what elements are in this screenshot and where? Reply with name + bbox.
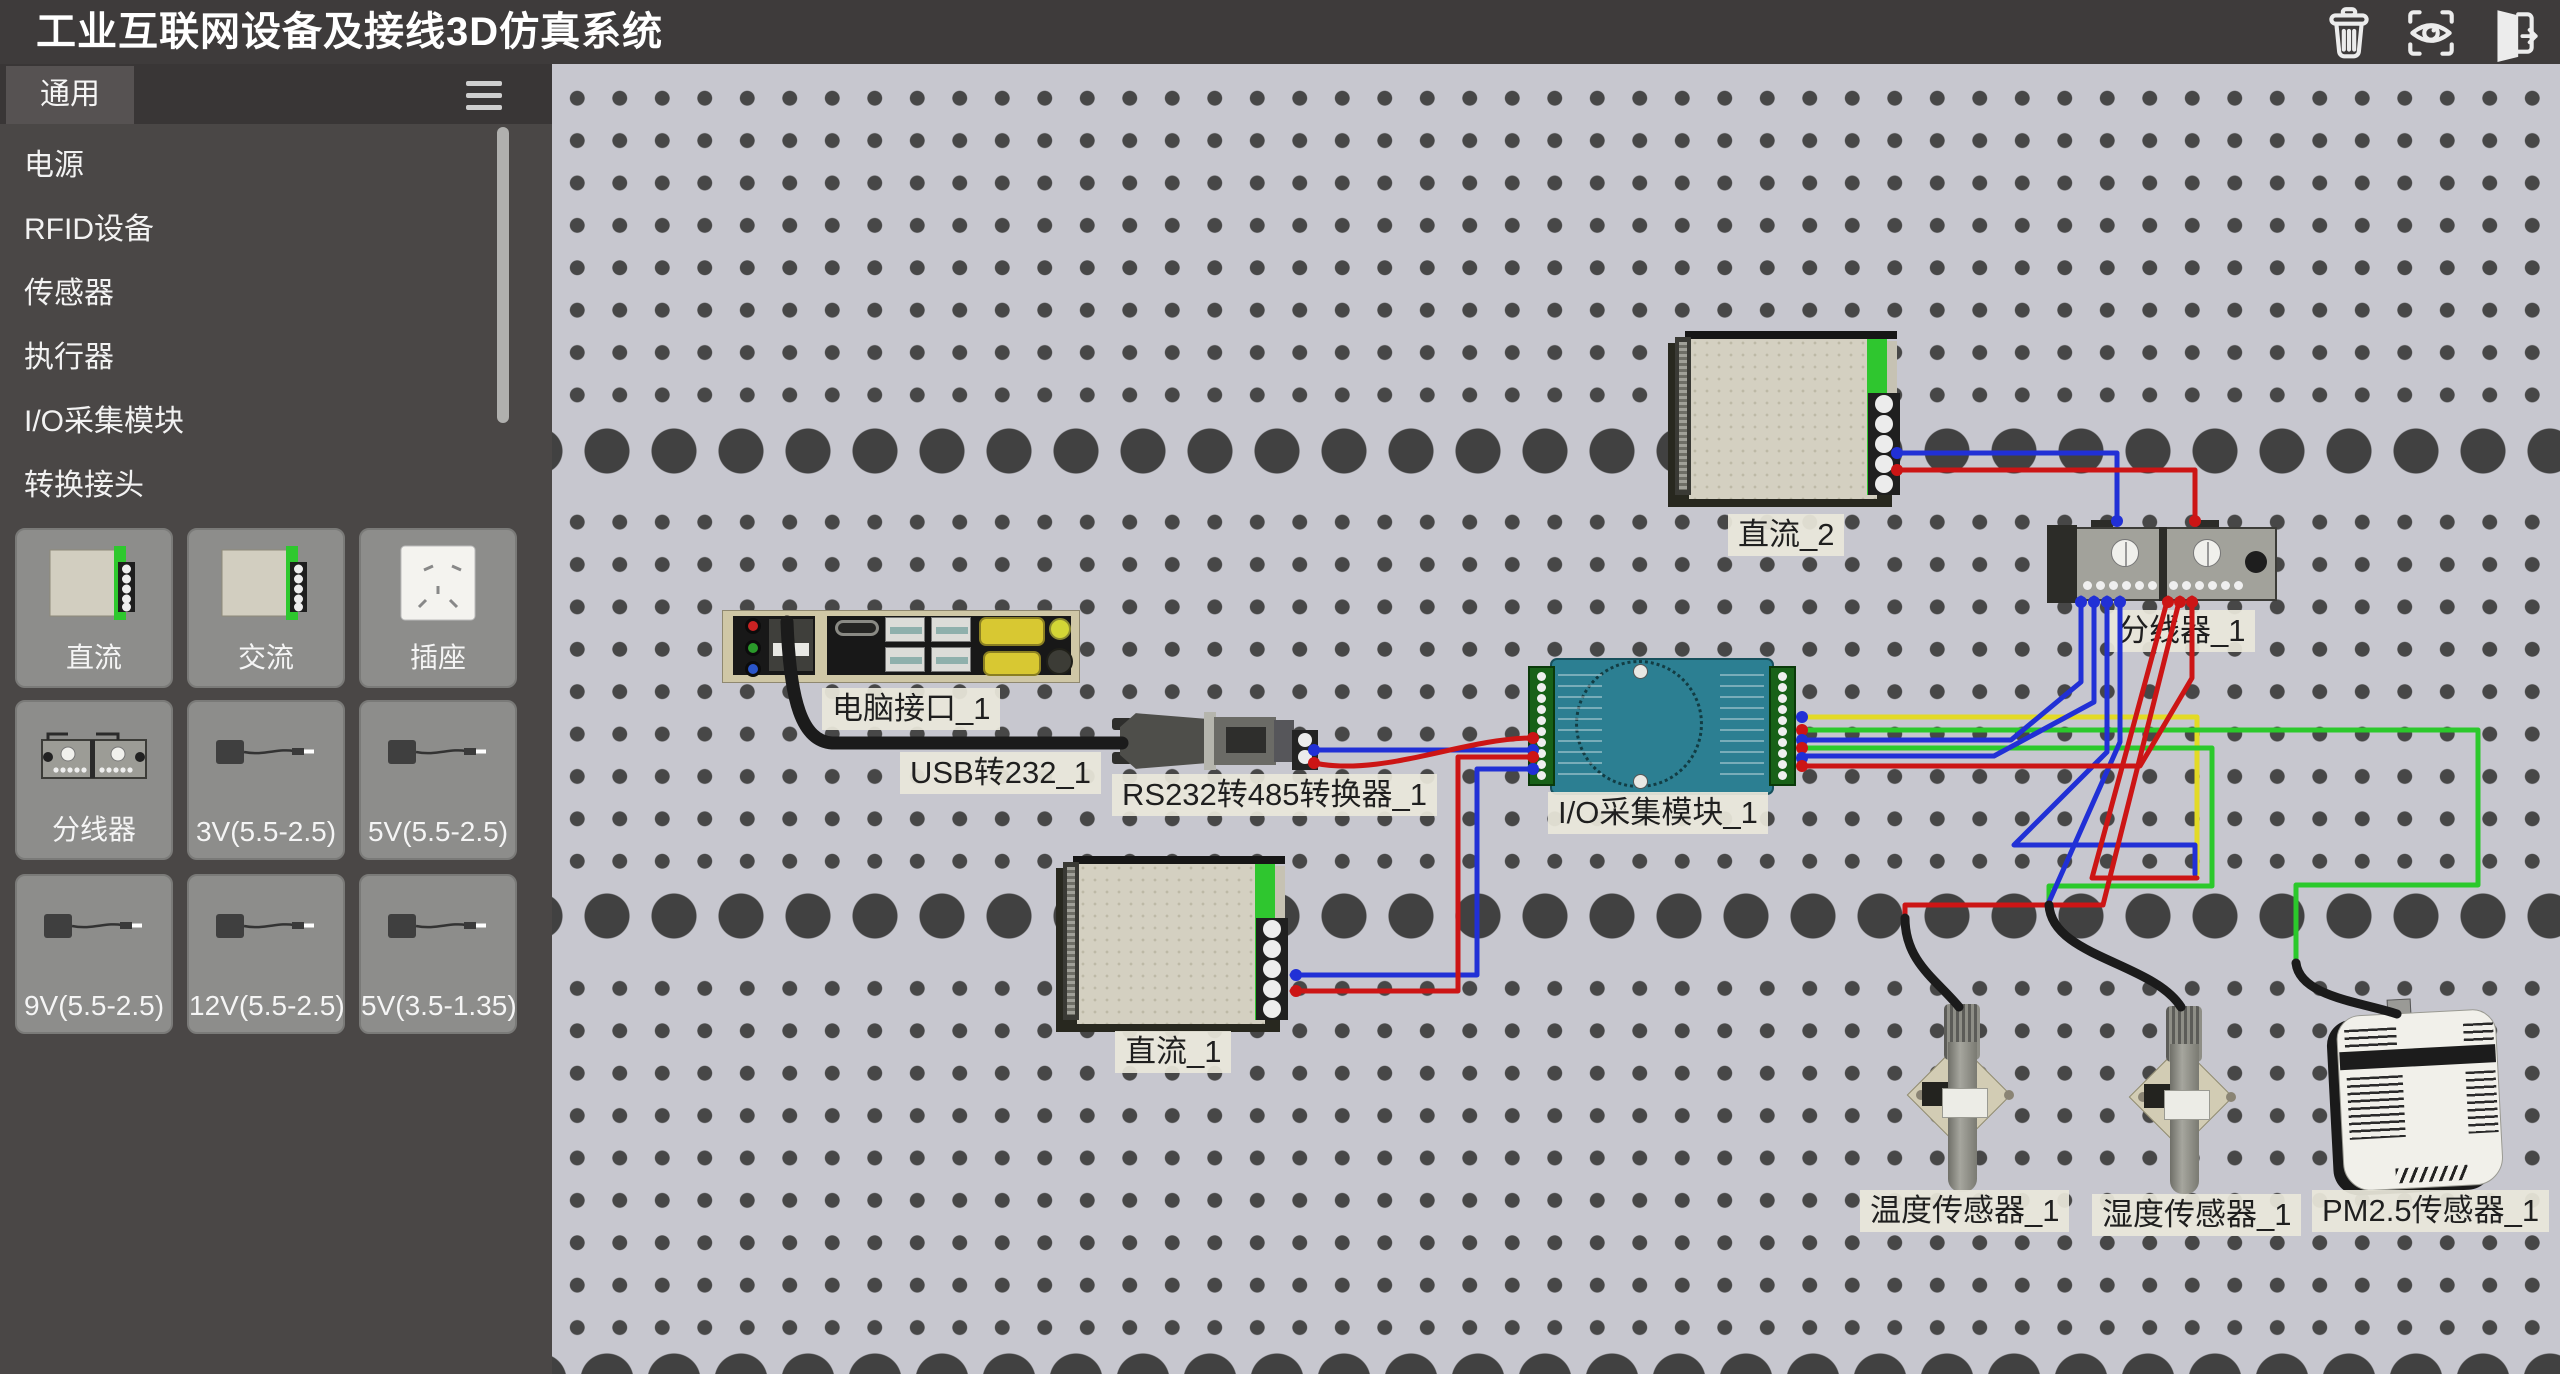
device-label-io-module: I/O采集模块_1: [1548, 792, 1768, 834]
tile-label: 9V(5.5-2.5): [17, 990, 171, 1022]
round-port-yellow: [1049, 618, 1071, 640]
device-io-module[interactable]: [1528, 658, 1796, 795]
menu-hamburger-icon[interactable]: [466, 81, 502, 111]
device-dc-power-1[interactable]: [1063, 860, 1285, 1032]
round-port-dark: [1046, 648, 1073, 675]
ac-module-thumb-icon: [216, 538, 316, 634]
device-pm25-sensor[interactable]: [2335, 1008, 2509, 1196]
vga-port: [979, 617, 1045, 646]
pegboard-canvas[interactable]: 直流_2 电脑接口_1 USB转232_1 RS232转485转换器_1 I/O…: [552, 62, 2560, 1374]
device-label-usb232: USB转232_1: [900, 752, 1101, 794]
category-io-module[interactable]: I/O采集模块: [0, 390, 552, 454]
category-adapter[interactable]: 转换接头: [0, 454, 552, 518]
tile-3v-adapter[interactable]: 3V(5.5-2.5): [187, 700, 345, 860]
toolbar: [2320, 4, 2542, 62]
device-label-temp-sensor: 温度传感器_1: [1860, 1190, 2069, 1232]
category-power[interactable]: 电源: [0, 134, 552, 198]
adapter-thumb-icon: [206, 710, 326, 806]
io-terminal-strip-right: [1769, 666, 1796, 786]
device-splitter[interactable]: [2047, 525, 2277, 609]
audio-jack-green: [745, 640, 761, 656]
device-dc-power-2[interactable]: [1675, 335, 1897, 507]
category-actuator[interactable]: 执行器: [0, 326, 552, 390]
pegboard-hole-band: [552, 1346, 2560, 1374]
category-list: 电源 RFID设备 传感器 执行器 I/O采集模块 转换接头: [0, 134, 552, 518]
category-sensor[interactable]: 传感器: [0, 262, 552, 326]
device-label-pc-port: 电脑接口_1: [822, 688, 1000, 730]
page-title: 工业互联网设备及接线3D仿真系统: [36, 0, 663, 64]
pegboard-hole-band: [552, 409, 2560, 493]
device-rs232-485-converter[interactable]: [1120, 712, 1316, 770]
dc-module-thumb-icon: [44, 538, 144, 634]
adapter-thumb-icon: [206, 884, 326, 980]
tile-label: 交流: [189, 636, 343, 676]
tile-label: 12V(5.5-2.5): [189, 990, 343, 1022]
audio-jack-blue: [745, 661, 761, 677]
category-rfid[interactable]: RFID设备: [0, 198, 552, 262]
device-label-humidity-sensor: 湿度传感器_1: [2092, 1194, 2301, 1236]
title-bar: 工业互联网设备及接线3D仿真系统: [0, 0, 2560, 64]
usb-port: [885, 617, 925, 642]
device-label-pm25-sensor: PM2.5传感器_1: [2312, 1190, 2549, 1232]
sidebar-scrollbar[interactable]: [497, 127, 509, 423]
socket-thumb-icon: [388, 538, 488, 634]
tile-splitter[interactable]: 分线器: [15, 700, 173, 860]
tile-label: 直流: [17, 636, 171, 676]
tile-12v-adapter[interactable]: 12V(5.5-2.5): [187, 874, 345, 1034]
usb-port: [885, 647, 925, 672]
tab-general[interactable]: 通用: [6, 66, 134, 124]
tile-9v-adapter[interactable]: 9V(5.5-2.5): [15, 874, 173, 1034]
app-window: 工业互联网设备及接线3D仿真系统: [0, 0, 2560, 1374]
device-pc-interface[interactable]: [722, 610, 1080, 683]
view-eye-icon[interactable]: [2402, 4, 2460, 62]
usb-port: [931, 647, 971, 672]
tile-ac[interactable]: 交流: [187, 528, 345, 688]
device-label-dc2: 直流_2: [1728, 514, 1844, 556]
ps2-port: [769, 619, 813, 671]
pegboard-hole-band: [552, 874, 2560, 958]
tile-5v-135-adapter[interactable]: 5V(3.5-1.35): [359, 874, 517, 1034]
tile-5v-adapter[interactable]: 5V(5.5-2.5): [359, 700, 517, 860]
slot-port: [835, 620, 879, 636]
device-label-rs232-485: RS232转485转换器_1: [1112, 774, 1437, 816]
adapter-thumb-icon: [34, 884, 154, 980]
exit-icon[interactable]: [2484, 4, 2542, 62]
splitter-thumb-icon: [34, 710, 154, 806]
tile-socket[interactable]: 插座: [359, 528, 517, 688]
adapter-thumb-icon: [378, 710, 498, 806]
audio-jack-red: [745, 618, 761, 634]
tile-label: 插座: [361, 636, 515, 676]
io-terminal-strip-left: [1528, 666, 1555, 786]
tile-label: 3V(5.5-2.5): [189, 816, 343, 848]
component-sidebar: 通用 电源 RFID设备 传感器 执行器 I/O采集模块 转换接头: [0, 64, 552, 1374]
tile-label: 5V(3.5-1.35): [361, 990, 515, 1022]
device-label-splitter: 分线器_1: [2108, 610, 2255, 652]
device-label-dc1: 直流_1: [1115, 1031, 1231, 1073]
adapter-thumb-icon: [378, 884, 498, 980]
tile-dc[interactable]: 直流: [15, 528, 173, 688]
trash-icon[interactable]: [2320, 4, 2378, 62]
serial-port: [983, 651, 1041, 676]
sidebar-tabbar: 通用: [0, 64, 552, 124]
usb-port: [931, 617, 971, 642]
tile-label: 分线器: [17, 808, 171, 848]
tile-label: 5V(5.5-2.5): [361, 816, 515, 848]
